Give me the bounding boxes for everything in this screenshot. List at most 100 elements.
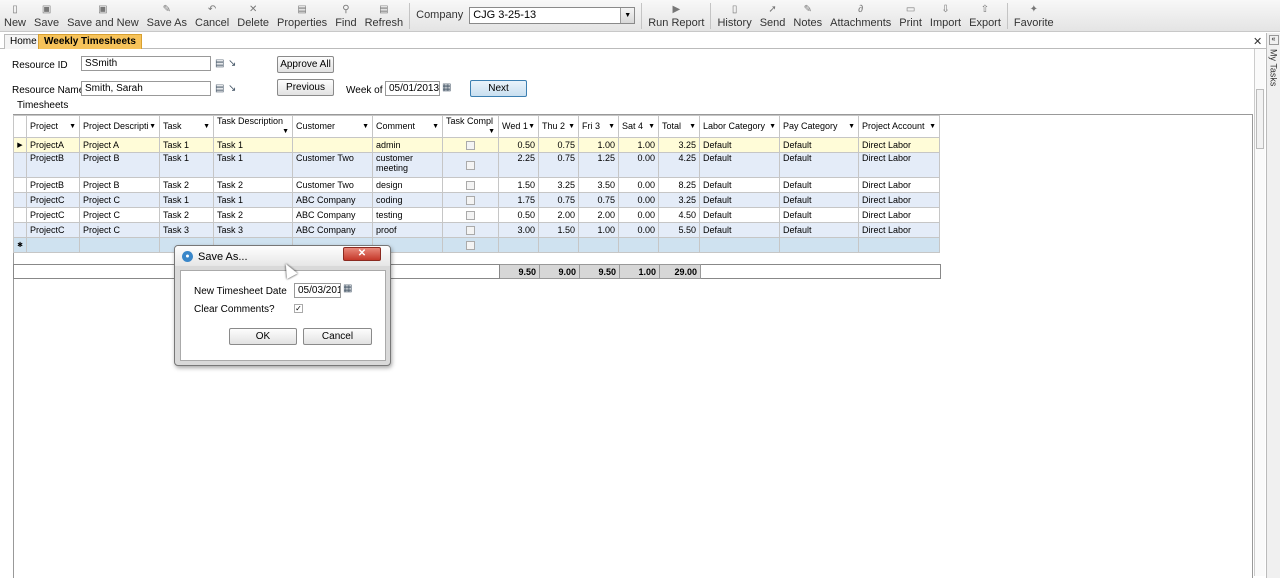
cell-task-description[interactable]: Task 2: [213, 207, 293, 223]
column-header[interactable]: Wed 1 ▼: [498, 115, 539, 138]
cell-task[interactable]: Task 3: [159, 222, 214, 238]
cell-wed[interactable]: 3.00: [498, 222, 539, 238]
lookup-icon[interactable]: ▤: [215, 58, 224, 70]
cell-project[interactable]: ProjectB: [26, 152, 80, 178]
cell-pay-category[interactable]: Default: [779, 137, 859, 153]
new-cell[interactable]: [779, 237, 859, 253]
next-button[interactable]: Next: [470, 80, 527, 97]
task-complete-checkbox[interactable]: [466, 226, 475, 236]
cell-project-account[interactable]: Direct Labor: [858, 192, 940, 208]
sort-arrow-icon[interactable]: ▼: [203, 121, 210, 132]
cell-thu[interactable]: 2.00: [538, 207, 579, 223]
cell-task[interactable]: Task 1: [159, 137, 214, 153]
week-of-input[interactable]: 05/01/2013: [385, 81, 440, 96]
cell-sat[interactable]: 0.00: [618, 192, 659, 208]
dialog-close-button[interactable]: ✕: [343, 247, 381, 261]
resource-name-input[interactable]: Smith, Sarah: [81, 81, 211, 96]
sort-arrow-icon[interactable]: ▼: [69, 121, 76, 132]
cell-task[interactable]: Task 2: [159, 207, 214, 223]
vertical-scrollbar[interactable]: [1254, 49, 1265, 576]
task-complete-checkbox[interactable]: [466, 161, 475, 171]
cell-project-account[interactable]: Direct Labor: [858, 207, 940, 223]
sort-arrow-icon[interactable]: ▼: [282, 126, 289, 137]
column-header[interactable]: Project ▼: [26, 115, 80, 138]
cell-project-description[interactable]: Project C: [79, 192, 160, 208]
cell-labor-category[interactable]: Default: [699, 177, 780, 193]
sort-arrow-icon[interactable]: ▼: [848, 121, 855, 132]
cell-sat[interactable]: 0.00: [618, 207, 659, 223]
cell-customer[interactable]: ABC Company: [292, 207, 373, 223]
cell-task[interactable]: Task 1: [159, 152, 214, 178]
cell-task-description[interactable]: Task 3: [213, 222, 293, 238]
tab-weekly-timesheets[interactable]: Weekly Timesheets: [38, 34, 142, 49]
task-complete-checkbox[interactable]: [466, 241, 475, 251]
cell-customer[interactable]: Customer Two: [292, 177, 373, 193]
new-cell[interactable]: [858, 237, 940, 253]
cell-task-description[interactable]: Task 2: [213, 177, 293, 193]
history-button[interactable]: ▯ History: [713, 0, 755, 31]
cell-wed[interactable]: 0.50: [498, 207, 539, 223]
cell-task[interactable]: Task 1: [159, 192, 214, 208]
run-report-button[interactable]: ▶ Run Report: [644, 0, 708, 31]
column-header[interactable]: Project Descripti ▼: [79, 115, 160, 138]
cell-project-account[interactable]: Direct Labor: [858, 137, 940, 153]
new-cell[interactable]: [26, 237, 80, 253]
save-and-new-button[interactable]: ▣ Save and New: [63, 0, 143, 31]
ok-button[interactable]: OK: [229, 328, 297, 345]
cell-thu[interactable]: 0.75: [538, 192, 579, 208]
sort-arrow-icon[interactable]: ▼: [648, 121, 655, 132]
table-row[interactable]: ProjectB Project B Task 1 Task 1 Custome…: [13, 152, 940, 178]
cell-wed[interactable]: 2.25: [498, 152, 539, 178]
new-cell[interactable]: [578, 237, 619, 253]
cell-project[interactable]: ProjectA: [26, 137, 80, 153]
sort-arrow-icon[interactable]: ▼: [488, 126, 495, 137]
cell-thu[interactable]: 1.50: [538, 222, 579, 238]
my-tasks-panel[interactable]: « My Tasks: [1266, 33, 1280, 578]
cell-project-description[interactable]: Project C: [79, 207, 160, 223]
column-header[interactable]: Customer ▼: [292, 115, 373, 138]
column-header[interactable]: Pay Category ▼: [779, 115, 859, 138]
sort-arrow-icon[interactable]: ▼: [689, 121, 696, 132]
save-as-button[interactable]: ✎ Save As: [143, 0, 191, 31]
drilldown-icon[interactable]: ↘: [228, 58, 236, 70]
cell-project-account[interactable]: Direct Labor: [858, 177, 940, 193]
cell-pay-category[interactable]: Default: [779, 207, 859, 223]
calendar-icon[interactable]: ▦: [343, 283, 352, 295]
cell-fri[interactable]: 0.75: [578, 192, 619, 208]
column-header[interactable]: Labor Category ▼: [699, 115, 780, 138]
row-selector[interactable]: [13, 192, 27, 208]
cell-labor-category[interactable]: Default: [699, 222, 780, 238]
cell-wed[interactable]: 1.75: [498, 192, 539, 208]
sort-arrow-icon[interactable]: ▼: [528, 121, 535, 132]
cell-customer[interactable]: ABC Company: [292, 222, 373, 238]
print-button[interactable]: ▭ Print: [895, 0, 926, 31]
cell-task-description[interactable]: Task 1: [213, 152, 293, 178]
cell-project-account[interactable]: Direct Labor: [858, 222, 940, 238]
refresh-button[interactable]: ▤ Refresh: [361, 0, 408, 31]
cell-project[interactable]: ProjectC: [26, 222, 80, 238]
cell-project-description[interactable]: Project C: [79, 222, 160, 238]
clear-comments-checkbox[interactable]: ✓: [294, 304, 303, 313]
cell-task-description[interactable]: Task 1: [213, 192, 293, 208]
column-header[interactable]: Comment ▼: [372, 115, 443, 138]
cell-customer[interactable]: [292, 137, 373, 153]
expand-panel-icon[interactable]: «: [1268, 35, 1279, 45]
drilldown-icon[interactable]: ↘: [228, 83, 236, 95]
resource-id-input[interactable]: SSmith: [81, 56, 211, 71]
company-select[interactable]: CJG 3-25-13 ▼: [469, 6, 636, 24]
task-complete-checkbox[interactable]: [466, 211, 475, 221]
cell-comment[interactable]: coding: [372, 192, 443, 208]
new-row[interactable]: ✱: [13, 237, 940, 253]
save-button[interactable]: ▣ Save: [30, 0, 63, 31]
cell-project[interactable]: ProjectC: [26, 207, 80, 223]
cell-comment[interactable]: design: [372, 177, 443, 193]
column-header[interactable]: Task Compl ▼: [442, 115, 499, 138]
scrollbar-thumb[interactable]: [1256, 89, 1264, 149]
cell-pay-category[interactable]: Default: [779, 177, 859, 193]
properties-button[interactable]: ▤ Properties: [273, 0, 331, 31]
cell-fri[interactable]: 1.00: [578, 137, 619, 153]
column-header[interactable]: Sat 4 ▼: [618, 115, 659, 138]
new-cell[interactable]: [79, 237, 160, 253]
cell-labor-category[interactable]: Default: [699, 207, 780, 223]
cell-labor-category[interactable]: Default: [699, 152, 780, 178]
